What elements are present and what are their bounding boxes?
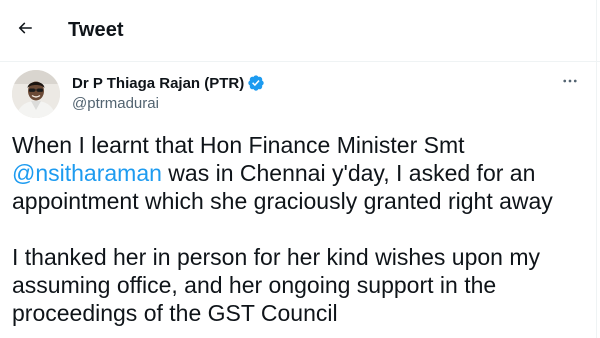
tweet-line-3: appointment which she graciously granted…: [12, 188, 553, 214]
tweet-line-5: assuming office, and her ongoing support…: [12, 272, 497, 298]
verified-badge-icon: [248, 75, 264, 91]
tweet-line-2: @nsitharaman was in Chennai y'day, I ask…: [12, 159, 587, 187]
name-row: Dr P Thiaga Rajan (PTR): [72, 74, 265, 92]
arrow-left-icon: [18, 22, 32, 34]
tweet-author: Dr P Thiaga Rajan (PTR) @ptrmadurai: [12, 70, 587, 120]
tweet-line-1: When I learnt that Hon Finance Minister …: [12, 132, 465, 158]
tweet-line-4: I thanked her in person for her kind wis…: [12, 244, 541, 270]
top-bar: Tweet: [0, 0, 600, 62]
user-handle[interactable]: @ptrmadurai: [72, 95, 159, 112]
column-divider: [596, 0, 597, 338]
tweet-line-6: proceedings of the GST Council: [12, 300, 338, 326]
page-title: Tweet: [68, 19, 124, 41]
more-horizontal-icon: [563, 79, 577, 83]
avatar[interactable]: [12, 70, 60, 118]
avatar-image: [12, 70, 60, 118]
display-name[interactable]: Dr P Thiaga Rajan (PTR): [72, 75, 244, 92]
tweet-text: When I learnt that Hon Finance Minister …: [12, 131, 587, 327]
tweet-line-2-text: was in Chennai y'day, I asked for an: [161, 160, 536, 186]
more-button[interactable]: [557, 70, 583, 92]
back-button[interactable]: [8, 11, 42, 45]
mention-link[interactable]: @nsitharaman: [12, 160, 162, 186]
